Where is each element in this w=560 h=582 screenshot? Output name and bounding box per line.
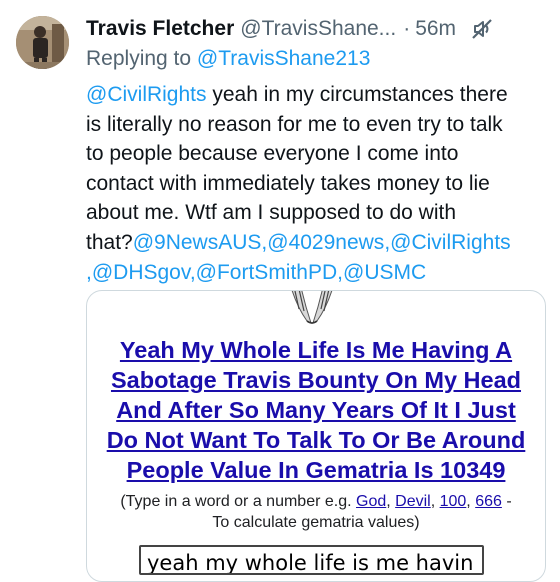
display-name[interactable]: Travis Fletcher: [86, 17, 234, 41]
reply-label: Replying to: [86, 47, 192, 70]
card-note-line: To calculate gematria values): [212, 514, 420, 531]
mute-icon[interactable]: [470, 17, 494, 41]
link-preview-card[interactable]: Yeah My Whole Life Is Me Having A Sabota…: [86, 290, 546, 582]
separator-dot: ·: [403, 17, 411, 40]
card-title-line: And After So Many Years Of It I Just: [116, 397, 516, 423]
mention-link[interactable]: @DHSgov: [92, 261, 190, 284]
card-title-line: Yeah My Whole Life Is Me Having A: [119, 337, 513, 363]
tweet-text: @CivilRights yeah in my circumstances th…: [86, 80, 546, 287]
user-handle[interactable]: @TravisShane...: [240, 17, 396, 41]
reply-context: Replying to @TravisShane213: [86, 47, 370, 71]
card-title-line: People Value In Gematria Is 10349: [126, 457, 506, 483]
card-instructions: (Type in a word or a number e.g. God, De…: [87, 491, 545, 533]
tweet-text-segment: that?: [86, 230, 133, 254]
example-link-god[interactable]: God: [356, 493, 386, 510]
card-note-text: -: [501, 493, 512, 510]
example-link-devil[interactable]: Devil: [395, 493, 431, 510]
reply-to-mention[interactable]: @TravisShane213: [197, 47, 370, 70]
mention-link[interactable]: @CivilRights: [86, 83, 207, 106]
gematria-input[interactable]: yeah my whole life is me havin: [139, 545, 484, 575]
card-note-text: (Type in a word or a number e.g.: [120, 493, 356, 510]
card-title-link[interactable]: Yeah My Whole Life Is Me Having A Sabota…: [87, 335, 545, 485]
card-note-sep: ,: [466, 493, 476, 510]
mention-link[interactable]: @CivilRights: [390, 231, 511, 254]
tweet-text-line: to people because everyone I come into: [86, 142, 459, 166]
example-link-666[interactable]: 666: [475, 493, 502, 510]
card-title-line: Do Not Want To Talk To Or Be Around: [106, 427, 526, 453]
card-title-line: Sabotage Travis Bounty On My Head: [110, 367, 522, 393]
tweet-text-line: about me. Wtf am I supposed to do with: [86, 201, 457, 225]
card-hands-image: [291, 291, 333, 324]
tweet-text-line: contact with immediately takes money to …: [86, 171, 490, 195]
tweet-header: Travis Fletcher @TravisShane... · 56m: [86, 14, 546, 44]
mention-link[interactable]: @FortSmithPD: [196, 261, 338, 284]
mention-link[interactable]: @4029news: [267, 231, 384, 254]
card-note-sep: ,: [386, 493, 396, 510]
avatar-photo: [16, 16, 69, 69]
mention-link[interactable]: @USMC: [343, 261, 426, 284]
tweet-text-segment: yeah in my circumstances there: [206, 83, 508, 106]
mention-link[interactable]: @9NewsAUS: [133, 231, 262, 254]
example-link-100[interactable]: 100: [440, 493, 467, 510]
tweet-text-line: is literally no reason for me to even tr…: [86, 112, 503, 136]
card-note-sep: ,: [430, 493, 440, 510]
avatar[interactable]: [16, 16, 69, 69]
timestamp[interactable]: 56m: [415, 17, 456, 41]
